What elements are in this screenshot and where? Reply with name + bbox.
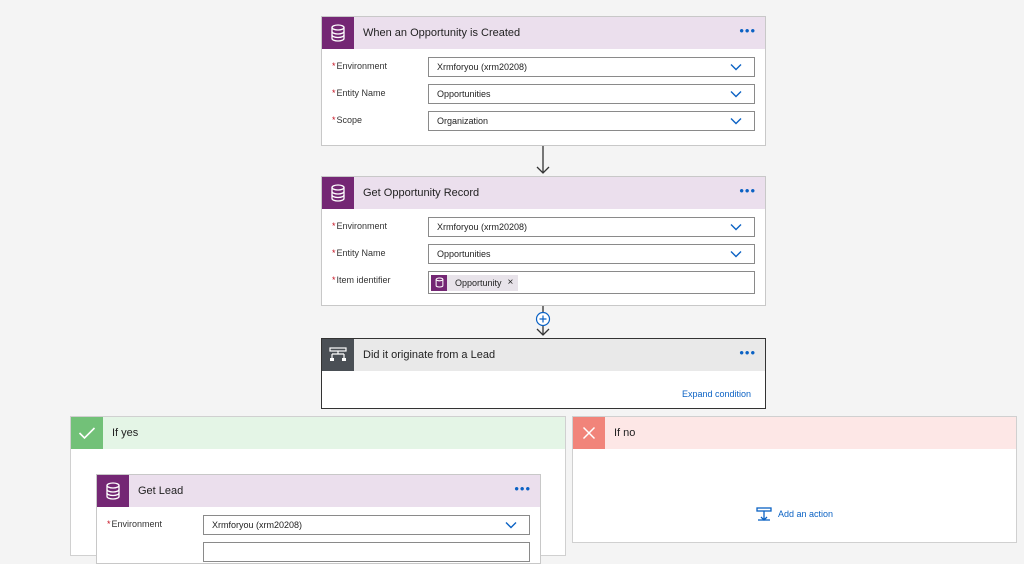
ellipsis-icon[interactable]: •••	[739, 346, 756, 359]
item-identifier-row: *Item identifier Opportunity ×	[322, 271, 765, 294]
checkmark-icon	[71, 417, 103, 449]
ellipsis-icon[interactable]: •••	[514, 482, 531, 495]
get-lead-card[interactable]: Get Lead ••• *Environment Xrmforyou (xrm…	[96, 474, 541, 564]
branch-no-title: If no	[614, 427, 636, 439]
chevron-down-icon	[730, 91, 742, 98]
entity-name-value: Opportunities	[437, 89, 491, 99]
trigger-card-title: When an Opportunity is Created	[363, 27, 521, 39]
environment-dropdown[interactable]: Xrmforyou (xrm20208)	[428, 217, 755, 237]
connector-arrow	[536, 146, 550, 174]
ellipsis-icon[interactable]: •••	[739, 184, 756, 197]
scope-row: *Scope Organization	[322, 111, 765, 133]
database-icon	[322, 177, 354, 209]
chevron-down-icon	[730, 118, 742, 125]
trigger-card[interactable]: When an Opportunity is Created ••• *Envi…	[321, 16, 766, 146]
database-icon	[97, 475, 129, 507]
chevron-down-icon	[505, 522, 517, 529]
environment-value: Xrmforyou (xrm20208)	[437, 62, 528, 72]
token-label: Opportunity	[455, 277, 502, 288]
entity-name-label: *Entity Name	[332, 248, 386, 258]
environment-row: *Environment Xrmforyou (xrm20208)	[97, 515, 540, 537]
get-lead-card-header[interactable]: Get Lead •••	[97, 475, 540, 507]
environment-label: *Environment	[332, 221, 388, 231]
environment-dropdown[interactable]: Xrmforyou (xrm20208)	[428, 57, 755, 77]
add-action-button[interactable]: Add an action	[756, 507, 833, 521]
entity-name-label: *Entity Name	[332, 88, 386, 98]
environment-label: *Environment	[107, 519, 163, 529]
branch-yes-panel: If yes Get Lead ••• *Environment Xrmfory…	[70, 416, 566, 564]
environment-value: Xrmforyou (xrm20208)	[437, 222, 528, 232]
get-record-card-header[interactable]: Get Opportunity Record •••	[322, 177, 765, 209]
item-identifier-input[interactable]: Opportunity ×	[428, 271, 755, 294]
condition-card-title: Did it originate from a Lead	[363, 349, 496, 361]
dynamic-content-token[interactable]: Opportunity ×	[431, 274, 519, 291]
entity-name-row: *Entity Name Opportunities	[322, 84, 765, 106]
remove-token-icon[interactable]: ×	[508, 277, 514, 288]
get-record-card-title: Get Opportunity Record	[363, 187, 480, 199]
chevron-down-icon	[730, 64, 742, 71]
branch-no-header[interactable]: If no	[573, 417, 1016, 449]
database-icon	[322, 17, 354, 49]
chevron-down-icon	[730, 251, 742, 258]
get-record-card[interactable]: Get Opportunity Record ••• *Environment …	[321, 176, 766, 306]
chevron-down-icon	[730, 224, 742, 231]
condition-icon	[322, 339, 354, 371]
environment-dropdown[interactable]: Xrmforyou (xrm20208)	[203, 515, 530, 535]
environment-label: *Environment	[332, 61, 388, 71]
next-field-input[interactable]	[203, 542, 530, 562]
trigger-card-header[interactable]: When an Opportunity is Created •••	[322, 17, 765, 49]
environment-row: *Environment Xrmforyou (xrm20208)	[322, 57, 765, 79]
branch-yes-header[interactable]: If yes	[71, 417, 565, 449]
item-identifier-label: *Item identifier	[332, 275, 391, 285]
environment-value: Xrmforyou (xrm20208)	[212, 520, 303, 530]
entity-name-row: *Entity Name Opportunities	[322, 244, 765, 266]
condition-card[interactable]: Did it originate from a Lead ••• Expand …	[321, 338, 766, 409]
condition-card-header[interactable]: Did it originate from a Lead •••	[322, 339, 765, 371]
entity-name-value: Opportunities	[437, 249, 491, 259]
scope-value: Organization	[437, 116, 489, 126]
get-lead-card-title: Get Lead	[138, 485, 184, 497]
entity-name-dropdown[interactable]: Opportunities	[428, 84, 755, 104]
expand-condition-link[interactable]: Expand condition	[682, 389, 751, 399]
scope-label: *Scope	[332, 115, 363, 125]
add-action-label: Add an action	[778, 509, 834, 519]
branch-yes-title: If yes	[112, 427, 139, 439]
add-action-icon	[756, 507, 772, 521]
insert-step-icon[interactable]	[535, 311, 551, 327]
ellipsis-icon[interactable]: •••	[739, 24, 756, 37]
entity-name-dropdown[interactable]: Opportunities	[428, 244, 755, 264]
scope-dropdown[interactable]: Organization	[428, 111, 755, 131]
database-icon	[431, 274, 447, 291]
environment-row: *Environment Xrmforyou (xrm20208)	[322, 217, 765, 239]
close-icon	[573, 417, 605, 449]
branch-no-panel: If no Add an action	[572, 416, 1017, 543]
